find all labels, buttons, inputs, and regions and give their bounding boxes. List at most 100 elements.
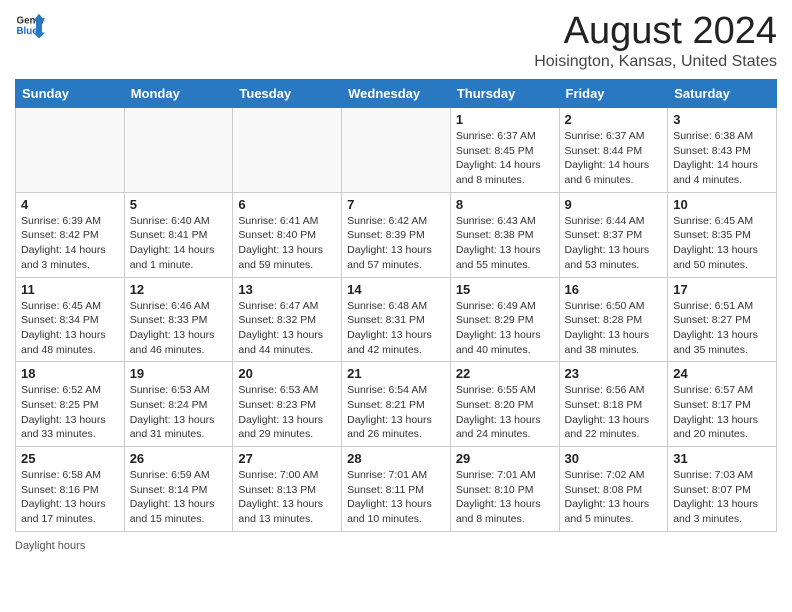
day-number: 23 xyxy=(565,366,663,381)
day-info: Sunrise: 6:45 AMSunset: 8:34 PMDaylight:… xyxy=(21,299,119,358)
day-info: Sunrise: 7:00 AMSunset: 8:13 PMDaylight:… xyxy=(238,468,336,527)
calendar-day-16: 16 Sunrise: 6:50 AMSunset: 8:28 PMDayligh… xyxy=(559,277,668,362)
day-number: 10 xyxy=(673,197,771,212)
day-info: Sunrise: 6:38 AMSunset: 8:43 PMDaylight:… xyxy=(673,129,771,188)
day-info: Sunrise: 6:58 AMSunset: 8:16 PMDaylight:… xyxy=(21,468,119,527)
calendar-day-4: 4 Sunrise: 6:39 AMSunset: 8:42 PMDaylight… xyxy=(16,192,125,277)
calendar-day-15: 15Sunrise: 6:49 AMSunset: 8:29 PMDayligh… xyxy=(450,277,559,362)
calendar-day-1: 1 Sunrise: 6:37 AMSunset: 8:45 PMDaylight… xyxy=(450,108,559,193)
calendar-day-19: 19Sunrise: 6:53 AMSunset: 8:24 PMDayligh… xyxy=(124,362,233,447)
day-number: 14 xyxy=(347,282,445,297)
calendar-week-1: 4 Sunrise: 6:39 AMSunset: 8:42 PMDaylight… xyxy=(16,192,777,277)
calendar-day-5: 5 Sunrise: 6:40 AMSunset: 8:41 PMDaylight… xyxy=(124,192,233,277)
day-number: 24 xyxy=(673,366,771,381)
day-info: Sunrise: 6:56 AMSunset: 8:18 PMDaylight:… xyxy=(565,383,663,442)
calendar-day-25: 25 Sunrise: 6:58 AMSunset: 8:16 PMDayligh… xyxy=(16,447,125,532)
day-number: 9 xyxy=(565,197,663,212)
calendar-day-9: 9 Sunrise: 6:44 AMSunset: 8:37 PMDaylight… xyxy=(559,192,668,277)
day-number: 5 xyxy=(130,197,228,212)
day-info: Sunrise: 6:43 AMSunset: 8:38 PMDaylight:… xyxy=(456,214,554,273)
day-info: Sunrise: 6:52 AMSunset: 8:25 PMDaylight:… xyxy=(21,383,119,442)
calendar-table: SundayMondayTuesdayWednesdayThursdayFrid… xyxy=(15,79,777,532)
day-number: 16 xyxy=(565,282,663,297)
logo: General Blue xyxy=(15,10,45,40)
daylight-label: Daylight hours xyxy=(15,540,85,552)
calendar-day-24: 24 Sunrise: 6:57 AMSunset: 8:17 PMDayligh… xyxy=(668,362,777,447)
day-number: 11 xyxy=(21,282,119,297)
day-info: Sunrise: 7:01 AMSunset: 8:11 PMDaylight:… xyxy=(347,468,445,527)
calendar-day-28: 28Sunrise: 7:01 AMSunset: 8:11 PMDayligh… xyxy=(342,447,451,532)
day-number: 3 xyxy=(673,112,771,127)
weekday-header-monday: Monday xyxy=(124,80,233,108)
day-number: 25 xyxy=(21,451,119,466)
calendar-day-20: 20 Sunrise: 6:53 AMSunset: 8:23 PMDayligh… xyxy=(233,362,342,447)
day-number: 2 xyxy=(565,112,663,127)
day-number: 7 xyxy=(347,197,445,212)
calendar-week-2: 11 Sunrise: 6:45 AMSunset: 8:34 PMDayligh… xyxy=(16,277,777,362)
calendar-day-27: 27 Sunrise: 7:00 AMSunset: 8:13 PMDayligh… xyxy=(233,447,342,532)
calendar-day-30: 30 Sunrise: 7:02 AMSunset: 8:08 PMDayligh… xyxy=(559,447,668,532)
day-info: Sunrise: 6:37 AMSunset: 8:44 PMDaylight:… xyxy=(565,129,663,188)
day-number: 1 xyxy=(456,112,554,127)
calendar-day-empty xyxy=(16,108,125,193)
day-number: 20 xyxy=(238,366,336,381)
location-title: Hoisington, Kansas, United States xyxy=(534,53,777,71)
calendar-day-10: 10 Sunrise: 6:45 AMSunset: 8:35 PMDayligh… xyxy=(668,192,777,277)
day-number: 21 xyxy=(347,366,445,381)
day-number: 12 xyxy=(130,282,228,297)
calendar-day-3: 3 Sunrise: 6:38 AMSunset: 8:43 PMDaylight… xyxy=(668,108,777,193)
day-number: 26 xyxy=(130,451,228,466)
calendar-day-11: 11 Sunrise: 6:45 AMSunset: 8:34 PMDayligh… xyxy=(16,277,125,362)
footer: Daylight hours xyxy=(15,540,777,552)
day-info: Sunrise: 6:55 AMSunset: 8:20 PMDaylight:… xyxy=(456,383,554,442)
day-info: Sunrise: 6:57 AMSunset: 8:17 PMDaylight:… xyxy=(673,383,771,442)
calendar-header: SundayMondayTuesdayWednesdayThursdayFrid… xyxy=(16,80,777,108)
calendar-day-23: 23 Sunrise: 6:56 AMSunset: 8:18 PMDayligh… xyxy=(559,362,668,447)
calendar-day-21: 21 Sunrise: 6:54 AMSunset: 8:21 PMDayligh… xyxy=(342,362,451,447)
day-info: Sunrise: 6:40 AMSunset: 8:41 PMDaylight:… xyxy=(130,214,228,273)
weekday-header-tuesday: Tuesday xyxy=(233,80,342,108)
day-number: 8 xyxy=(456,197,554,212)
day-number: 27 xyxy=(238,451,336,466)
day-number: 19 xyxy=(130,366,228,381)
svg-text:Blue: Blue xyxy=(17,26,39,37)
calendar-day-31: 31Sunrise: 7:03 AMSunset: 8:07 PMDayligh… xyxy=(668,447,777,532)
day-info: Sunrise: 6:45 AMSunset: 8:35 PMDaylight:… xyxy=(673,214,771,273)
calendar-day-18: 18Sunrise: 6:52 AMSunset: 8:25 PMDayligh… xyxy=(16,362,125,447)
calendar-day-22: 22Sunrise: 6:55 AMSunset: 8:20 PMDayligh… xyxy=(450,362,559,447)
month-title: August 2024 xyxy=(534,10,777,53)
calendar-day-8: 8 Sunrise: 6:43 AMSunset: 8:38 PMDaylight… xyxy=(450,192,559,277)
day-number: 4 xyxy=(21,197,119,212)
day-info: Sunrise: 7:02 AMSunset: 8:08 PMDaylight:… xyxy=(565,468,663,527)
day-number: 30 xyxy=(565,451,663,466)
day-info: Sunrise: 6:47 AMSunset: 8:32 PMDaylight:… xyxy=(238,299,336,358)
calendar-body: 1 Sunrise: 6:37 AMSunset: 8:45 PMDaylight… xyxy=(16,108,777,532)
calendar-day-empty xyxy=(342,108,451,193)
calendar-day-12: 12Sunrise: 6:46 AMSunset: 8:33 PMDayligh… xyxy=(124,277,233,362)
weekday-header-thursday: Thursday xyxy=(450,80,559,108)
day-info: Sunrise: 6:51 AMSunset: 8:27 PMDaylight:… xyxy=(673,299,771,358)
day-number: 17 xyxy=(673,282,771,297)
day-info: Sunrise: 6:59 AMSunset: 8:14 PMDaylight:… xyxy=(130,468,228,527)
calendar-day-7: 7 Sunrise: 6:42 AMSunset: 8:39 PMDaylight… xyxy=(342,192,451,277)
calendar-day-empty xyxy=(233,108,342,193)
day-info: Sunrise: 6:53 AMSunset: 8:23 PMDaylight:… xyxy=(238,383,336,442)
calendar-week-0: 1 Sunrise: 6:37 AMSunset: 8:45 PMDaylight… xyxy=(16,108,777,193)
day-number: 29 xyxy=(456,451,554,466)
day-info: Sunrise: 6:54 AMSunset: 8:21 PMDaylight:… xyxy=(347,383,445,442)
calendar-day-6: 6Sunrise: 6:41 AMSunset: 8:40 PMDaylight… xyxy=(233,192,342,277)
day-info: Sunrise: 7:03 AMSunset: 8:07 PMDaylight:… xyxy=(673,468,771,527)
calendar-day-17: 17 Sunrise: 6:51 AMSunset: 8:27 PMDayligh… xyxy=(668,277,777,362)
page-header: General Blue August 2024 Hoisington, Kan… xyxy=(15,10,777,71)
weekday-header-friday: Friday xyxy=(559,80,668,108)
day-info: Sunrise: 6:44 AMSunset: 8:37 PMDaylight:… xyxy=(565,214,663,273)
calendar-day-empty xyxy=(124,108,233,193)
day-info: Sunrise: 6:48 AMSunset: 8:31 PMDaylight:… xyxy=(347,299,445,358)
title-area: August 2024 Hoisington, Kansas, United S… xyxy=(534,10,777,71)
day-info: Sunrise: 6:37 AMSunset: 8:45 PMDaylight:… xyxy=(456,129,554,188)
day-number: 6 xyxy=(238,197,336,212)
day-info: Sunrise: 6:42 AMSunset: 8:39 PMDaylight:… xyxy=(347,214,445,273)
day-info: Sunrise: 7:01 AMSunset: 8:10 PMDaylight:… xyxy=(456,468,554,527)
day-info: Sunrise: 6:50 AMSunset: 8:28 PMDaylight:… xyxy=(565,299,663,358)
day-info: Sunrise: 6:39 AMSunset: 8:42 PMDaylight:… xyxy=(21,214,119,273)
